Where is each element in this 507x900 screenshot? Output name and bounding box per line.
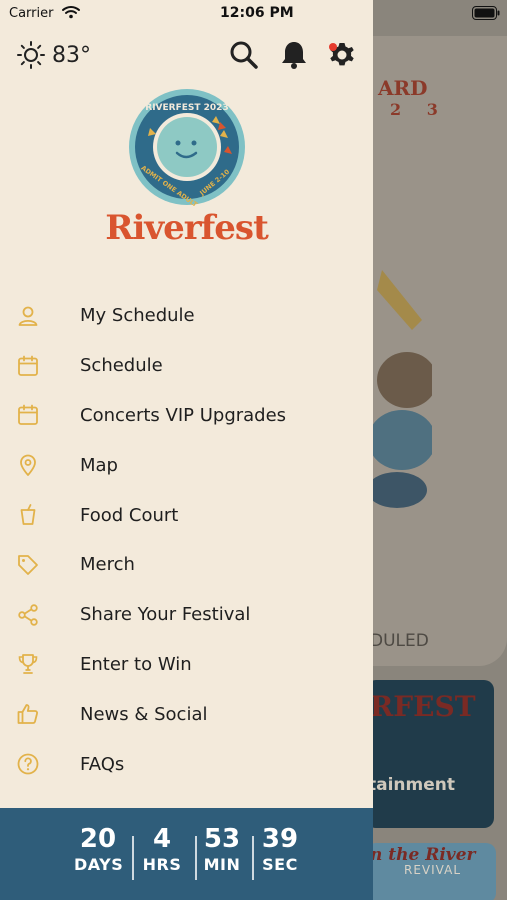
share-icon xyxy=(18,603,38,626)
calendar-icon xyxy=(18,355,38,376)
wifi-icon xyxy=(62,6,80,19)
background-card-subtitle: 2 3 xyxy=(390,100,448,119)
status-time: 12:06 PM xyxy=(220,5,294,21)
status-bar: Carrier 12:06 PM xyxy=(0,0,507,28)
navigation-drawer: 83° RIVERFEST 2023 ADMIT ONE ADULT JUNE … xyxy=(0,0,373,900)
drawer-menu: My Schedule Schedule Concerts VIP Upgrad… xyxy=(0,291,373,789)
countdown-hours: 4 HRS xyxy=(140,824,184,876)
trophy-icon xyxy=(18,654,38,675)
countdown-divider xyxy=(252,836,254,880)
countdown-seconds: 39 SEC xyxy=(258,824,302,876)
menu-item-label: My Schedule xyxy=(80,305,195,327)
poster-title: RFEST xyxy=(370,690,476,723)
menu-item-label: Enter to Win xyxy=(80,653,192,675)
tag-icon xyxy=(18,554,38,575)
poster-text: tainment xyxy=(368,775,456,795)
menu-item-share[interactable]: Share Your Festival xyxy=(0,590,373,640)
thumbs-up-icon xyxy=(17,704,39,725)
menu-item-my-schedule[interactable]: My Schedule xyxy=(0,291,373,341)
menu-item-label: Map xyxy=(80,454,118,476)
festival-artwork xyxy=(372,270,432,508)
countdown-hours-label: HRS xyxy=(142,855,182,874)
brand-wordmark: Riverfest xyxy=(105,208,269,248)
bell-icon[interactable] xyxy=(278,39,310,71)
calendar-icon xyxy=(18,405,38,426)
countdown-seconds-label: SEC xyxy=(262,855,298,874)
temperature: 83° xyxy=(52,42,91,68)
notification-dot xyxy=(329,43,337,51)
menu-item-food-court[interactable]: Food Court xyxy=(0,490,373,540)
menu-item-label: Share Your Festival xyxy=(80,604,251,626)
menu-item-label: Food Court xyxy=(80,504,179,526)
countdown-minutes-value: 53 xyxy=(203,824,241,854)
countdown-divider xyxy=(195,836,197,880)
battery-icon xyxy=(472,6,500,20)
search-icon[interactable] xyxy=(228,39,260,71)
weather-widget: 83° xyxy=(16,40,91,70)
menu-item-label: News & Social xyxy=(80,703,208,725)
map-pin-icon xyxy=(20,454,36,477)
background-poster[interactable]: RFEST tainment xyxy=(366,680,494,828)
sun-icon xyxy=(17,41,45,69)
menu-item-news-social[interactable]: News & Social xyxy=(0,689,373,739)
countdown-days-value: 20 xyxy=(79,824,117,854)
menu-item-schedule[interactable]: Schedule xyxy=(0,341,373,391)
countdown-seconds-value: 39 xyxy=(261,824,299,854)
riverfest-badge-logo: RIVERFEST 2023 ADMIT ONE ADULT JUNE 2-10 xyxy=(129,89,245,206)
poster-2-subtitle: REVIVAL xyxy=(404,863,462,877)
menu-item-label: Concerts VIP Upgrades xyxy=(80,404,287,426)
countdown-minutes: 53 MIN xyxy=(200,824,244,876)
background-poster-2[interactable]: n the River REVIVAL xyxy=(366,843,496,900)
cup-icon xyxy=(20,504,36,525)
carrier-label: Carrier xyxy=(9,6,54,21)
menu-item-merch[interactable]: Merch xyxy=(0,540,373,590)
countdown-days: 20 DAYS xyxy=(74,824,124,876)
countdown-days-label: DAYS xyxy=(74,855,124,874)
menu-item-concerts-vip[interactable]: Concerts VIP Upgrades xyxy=(0,391,373,441)
background-card-title: ARD xyxy=(378,76,428,100)
countdown-hours-value: 4 xyxy=(152,824,172,854)
badge-top-text: RIVERFEST 2023 xyxy=(145,103,228,113)
menu-item-enter-to-win[interactable]: Enter to Win xyxy=(0,640,373,690)
help-circle-icon xyxy=(17,753,39,775)
menu-item-label: Schedule xyxy=(80,355,163,377)
countdown-divider xyxy=(132,836,134,880)
menu-item-map[interactable]: Map xyxy=(0,440,373,490)
gear-icon[interactable] xyxy=(325,38,359,72)
countdown-minutes-label: MIN xyxy=(203,855,241,874)
menu-item-label: FAQs xyxy=(80,753,125,775)
poster-2-title: n the River xyxy=(370,845,476,865)
person-icon xyxy=(18,306,38,326)
menu-item-faqs[interactable]: FAQs xyxy=(0,739,373,789)
festival-countdown: 20 DAYS 4 HRS 53 MIN 39 SEC xyxy=(0,808,373,900)
menu-item-label: Merch xyxy=(80,554,135,576)
background-scheduled-label: DULED xyxy=(370,631,429,651)
